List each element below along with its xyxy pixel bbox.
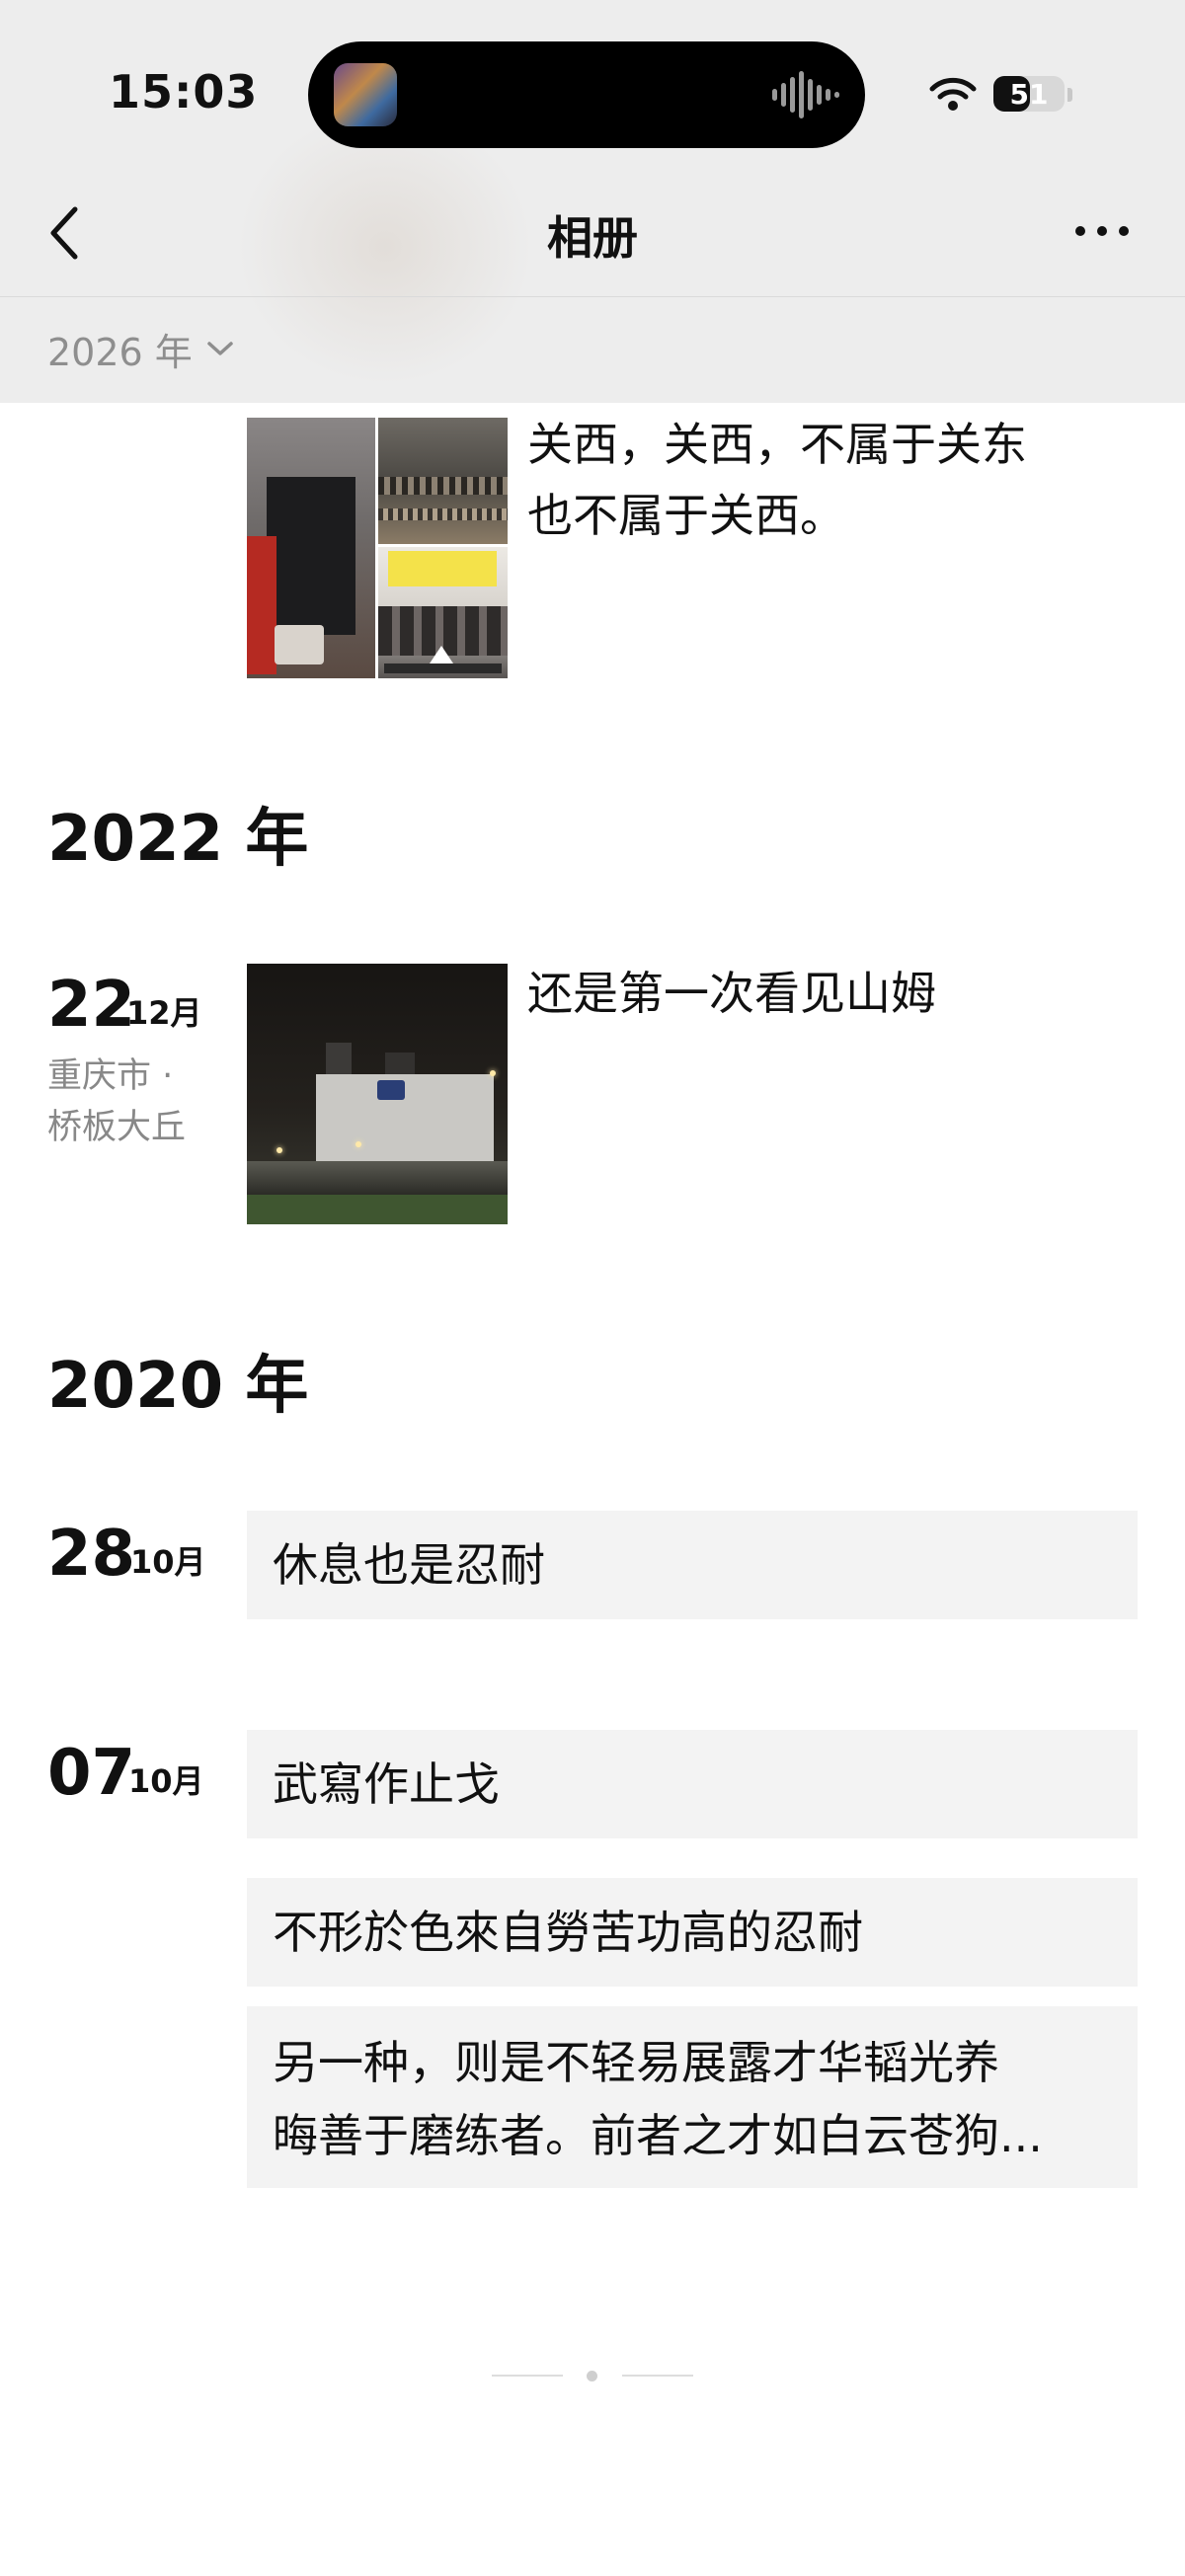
page-title: 相册 (547, 211, 638, 265)
header-divider (0, 296, 1185, 297)
post-photo[interactable] (247, 964, 508, 1224)
text-post-card[interactable]: 另一种，则是不轻易展露才华韬光养 晦善于磨练者。前者之才如白云苍狗... (247, 2006, 1138, 2188)
photo-detail (378, 508, 508, 520)
text-post-card[interactable]: 武寫作止戈 (247, 1730, 1138, 1838)
photo-detail (377, 1080, 405, 1100)
photo-detail (490, 1070, 496, 1076)
photo-detail (316, 1074, 494, 1169)
photo-detail (247, 1195, 508, 1224)
post-month: 12月 (126, 994, 202, 1032)
chevron-down-icon (207, 342, 233, 355)
top-bar: 15:03 51 相册 2026 年 (0, 0, 1185, 403)
photo-detail (378, 477, 508, 495)
post-text[interactable]: 关西，关西，不属于关东 也不属于关西。 (527, 409, 1140, 551)
more-dots-icon[interactable] (1072, 219, 1132, 243)
battery-level: 51 (1009, 78, 1049, 111)
battery-icon: 51 (993, 76, 1065, 112)
year-heading: 2022 年 (47, 803, 309, 876)
end-indicator-line (622, 2375, 693, 2377)
post-location[interactable]: 重庆市 · 桥板大丘 (47, 1051, 245, 1153)
status-time: 15:03 (109, 65, 259, 118)
post-photo[interactable] (378, 418, 508, 544)
end-indicator-line (492, 2375, 563, 2377)
year-heading: 2020 年 (47, 1350, 309, 1423)
year-filter-label: 2026 年 (47, 330, 193, 374)
post-month: 10月 (128, 1762, 204, 1800)
post-text-line: 也不属于关西。 (527, 489, 845, 542)
now-playing-artwork[interactable] (334, 63, 397, 126)
year-filter-dropdown[interactable]: 2026 年 (47, 324, 234, 374)
photo-detail (384, 664, 502, 673)
dynamic-island[interactable] (308, 41, 865, 148)
audio-waveform-icon (772, 71, 839, 118)
location-line: 桥板大丘 (47, 1108, 187, 1147)
post-day: 28 (47, 1518, 136, 1591)
post-day: 07 (47, 1737, 136, 1810)
photo-detail (388, 551, 497, 586)
chevron-left-icon[interactable] (45, 205, 85, 261)
photo-detail (430, 646, 453, 664)
photo-detail (247, 1161, 508, 1195)
post-day: 22 (47, 969, 136, 1042)
photo-detail (276, 1147, 282, 1153)
battery-cap (1067, 88, 1072, 102)
post-photo[interactable] (378, 547, 508, 678)
post-month: 10月 (130, 1543, 206, 1581)
post-text[interactable]: 还是第一次看见山姆 (527, 958, 1140, 1029)
end-indicator-dot (587, 2371, 597, 2381)
text-post-line: 晦善于磨练者。前者之才如白云苍狗... (273, 2109, 1043, 2162)
text-post-card[interactable]: 休息也是忍耐 (247, 1511, 1138, 1619)
location-line: 重庆市 · (47, 1056, 174, 1096)
photo-detail (275, 625, 324, 664)
text-post-line: 另一种，则是不轻易展露才华韬光养 (273, 2036, 999, 2089)
photo-detail (356, 1141, 361, 1147)
post-photo[interactable] (247, 418, 375, 678)
wifi-icon (929, 77, 977, 111)
post-text-line: 关西，关西，不属于关东 (527, 418, 1027, 471)
text-post-card[interactable]: 不形於色來自勞苦功高的忍耐 (247, 1878, 1138, 1987)
photo-detail (267, 477, 356, 635)
photo-detail (247, 536, 276, 674)
